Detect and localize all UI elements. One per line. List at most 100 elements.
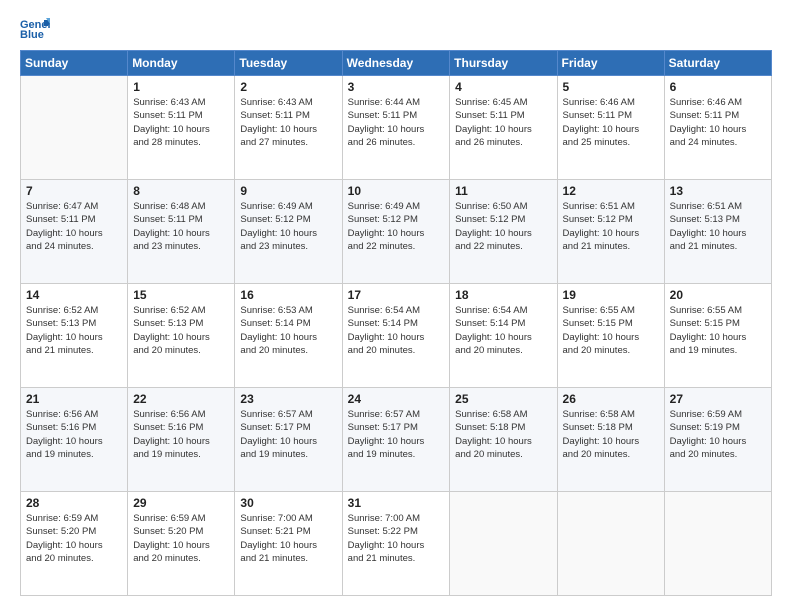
weekday-header-row: SundayMondayTuesdayWednesdayThursdayFrid… [21,51,772,76]
calendar-cell [450,492,557,596]
day-info: Sunrise: 6:45 AM Sunset: 5:11 PM Dayligh… [455,96,551,149]
day-number: 29 [133,496,229,510]
day-info: Sunrise: 7:00 AM Sunset: 5:21 PM Dayligh… [240,512,336,565]
calendar-week-row: 1 Sunrise: 6:43 AM Sunset: 5:11 PM Daylig… [21,76,772,180]
calendar-body: 1 Sunrise: 6:43 AM Sunset: 5:11 PM Daylig… [21,76,772,596]
calendar-cell: 7Sunrise: 6:47 AM Sunset: 5:11 PM Daylig… [21,180,128,284]
day-number: 24 [348,392,445,406]
day-info: Sunrise: 6:55 AM Sunset: 5:15 PM Dayligh… [670,304,766,357]
calendar-week-row: 7Sunrise: 6:47 AM Sunset: 5:11 PM Daylig… [21,180,772,284]
calendar-cell: 22 Sunrise: 6:56 AM Sunset: 5:16 PM Dayli… [128,388,235,492]
calendar-cell [664,492,771,596]
day-number: 20 [670,288,766,302]
day-info: Sunrise: 6:56 AM Sunset: 5:16 PM Dayligh… [133,408,229,461]
day-number: 18 [455,288,551,302]
calendar-cell: 10 Sunrise: 6:49 AM Sunset: 5:12 PM Dayli… [342,180,450,284]
day-number: 13 [670,184,766,198]
weekday-header: Friday [557,51,664,76]
calendar-week-row: 28 Sunrise: 6:59 AM Sunset: 5:20 PM Dayli… [21,492,772,596]
day-info: Sunrise: 6:43 AM Sunset: 5:11 PM Dayligh… [240,96,336,149]
day-info: Sunrise: 6:54 AM Sunset: 5:14 PM Dayligh… [348,304,445,357]
page: General Blue SundayMondayTuesdayWednesda… [0,0,792,612]
day-number: 28 [26,496,122,510]
weekday-header: Tuesday [235,51,342,76]
calendar-cell: 29 Sunrise: 6:59 AM Sunset: 5:20 PM Dayli… [128,492,235,596]
calendar-cell: 11 Sunrise: 6:50 AM Sunset: 5:12 PM Dayli… [450,180,557,284]
svg-text:Blue: Blue [20,29,44,40]
day-number: 26 [563,392,659,406]
day-info: Sunrise: 6:43 AM Sunset: 5:11 PM Dayligh… [133,96,229,149]
day-info: Sunrise: 6:56 AM Sunset: 5:16 PM Dayligh… [26,408,122,461]
calendar-cell: 24 Sunrise: 6:57 AM Sunset: 5:17 PM Dayli… [342,388,450,492]
calendar-cell: 23Sunrise: 6:57 AM Sunset: 5:17 PM Dayli… [235,388,342,492]
calendar-cell: 26Sunrise: 6:58 AM Sunset: 5:18 PM Dayli… [557,388,664,492]
day-number: 21 [26,392,122,406]
day-info: Sunrise: 6:51 AM Sunset: 5:13 PM Dayligh… [670,200,766,253]
logo-icon: General Blue [20,16,50,40]
day-info: Sunrise: 6:59 AM Sunset: 5:19 PM Dayligh… [670,408,766,461]
header: General Blue [20,16,772,40]
day-number: 15 [133,288,229,302]
calendar-cell: 19Sunrise: 6:55 AM Sunset: 5:15 PM Dayli… [557,284,664,388]
day-number: 22 [133,392,229,406]
day-number: 3 [348,80,445,94]
calendar-cell: 15 Sunrise: 6:52 AM Sunset: 5:13 PM Dayli… [128,284,235,388]
day-number: 11 [455,184,551,198]
day-number: 23 [240,392,336,406]
day-info: Sunrise: 6:52 AM Sunset: 5:13 PM Dayligh… [133,304,229,357]
day-number: 17 [348,288,445,302]
calendar-cell: 1 Sunrise: 6:43 AM Sunset: 5:11 PM Daylig… [128,76,235,180]
calendar-cell: 20 Sunrise: 6:55 AM Sunset: 5:15 PM Dayli… [664,284,771,388]
calendar-cell: 14Sunrise: 6:52 AM Sunset: 5:13 PM Dayli… [21,284,128,388]
calendar-cell: 28 Sunrise: 6:59 AM Sunset: 5:20 PM Dayli… [21,492,128,596]
day-info: Sunrise: 6:59 AM Sunset: 5:20 PM Dayligh… [26,512,122,565]
day-info: Sunrise: 7:00 AM Sunset: 5:22 PM Dayligh… [348,512,445,565]
day-number: 19 [563,288,659,302]
calendar-week-row: 14Sunrise: 6:52 AM Sunset: 5:13 PM Dayli… [21,284,772,388]
calendar-cell: 13 Sunrise: 6:51 AM Sunset: 5:13 PM Dayli… [664,180,771,284]
logo: General Blue [20,16,54,40]
calendar-cell: 12 Sunrise: 6:51 AM Sunset: 5:12 PM Dayli… [557,180,664,284]
day-info: Sunrise: 6:48 AM Sunset: 5:11 PM Dayligh… [133,200,229,253]
day-number: 27 [670,392,766,406]
calendar-week-row: 21 Sunrise: 6:56 AM Sunset: 5:16 PM Dayli… [21,388,772,492]
calendar-cell: 31 Sunrise: 7:00 AM Sunset: 5:22 PM Dayli… [342,492,450,596]
calendar-cell: 25 Sunrise: 6:58 AM Sunset: 5:18 PM Dayli… [450,388,557,492]
day-info: Sunrise: 6:57 AM Sunset: 5:17 PM Dayligh… [348,408,445,461]
day-number: 6 [670,80,766,94]
calendar-cell: 2 Sunrise: 6:43 AM Sunset: 5:11 PM Daylig… [235,76,342,180]
calendar-cell: 6 Sunrise: 6:46 AM Sunset: 5:11 PM Daylig… [664,76,771,180]
day-info: Sunrise: 6:50 AM Sunset: 5:12 PM Dayligh… [455,200,551,253]
calendar-table: SundayMondayTuesdayWednesdayThursdayFrid… [20,50,772,596]
calendar-cell [21,76,128,180]
weekday-header: Thursday [450,51,557,76]
day-number: 2 [240,80,336,94]
day-number: 30 [240,496,336,510]
calendar-cell: 27 Sunrise: 6:59 AM Sunset: 5:19 PM Dayli… [664,388,771,492]
day-info: Sunrise: 6:51 AM Sunset: 5:12 PM Dayligh… [563,200,659,253]
day-info: Sunrise: 6:59 AM Sunset: 5:20 PM Dayligh… [133,512,229,565]
calendar-cell: 21 Sunrise: 6:56 AM Sunset: 5:16 PM Dayli… [21,388,128,492]
weekday-header: Saturday [664,51,771,76]
weekday-header: Monday [128,51,235,76]
day-info: Sunrise: 6:47 AM Sunset: 5:11 PM Dayligh… [26,200,122,253]
day-info: Sunrise: 6:49 AM Sunset: 5:12 PM Dayligh… [348,200,445,253]
day-info: Sunrise: 6:52 AM Sunset: 5:13 PM Dayligh… [26,304,122,357]
calendar-cell: 8Sunrise: 6:48 AM Sunset: 5:11 PM Daylig… [128,180,235,284]
day-number: 1 [133,80,229,94]
day-number: 25 [455,392,551,406]
calendar-cell: 5 Sunrise: 6:46 AM Sunset: 5:11 PM Daylig… [557,76,664,180]
day-number: 10 [348,184,445,198]
calendar-cell: 9 Sunrise: 6:49 AM Sunset: 5:12 PM Daylig… [235,180,342,284]
day-info: Sunrise: 6:49 AM Sunset: 5:12 PM Dayligh… [240,200,336,253]
day-number: 31 [348,496,445,510]
day-info: Sunrise: 6:54 AM Sunset: 5:14 PM Dayligh… [455,304,551,357]
day-number: 9 [240,184,336,198]
day-number: 5 [563,80,659,94]
day-info: Sunrise: 6:46 AM Sunset: 5:11 PM Dayligh… [670,96,766,149]
day-info: Sunrise: 6:46 AM Sunset: 5:11 PM Dayligh… [563,96,659,149]
day-info: Sunrise: 6:53 AM Sunset: 5:14 PM Dayligh… [240,304,336,357]
day-info: Sunrise: 6:58 AM Sunset: 5:18 PM Dayligh… [455,408,551,461]
calendar-cell: 30 Sunrise: 7:00 AM Sunset: 5:21 PM Dayli… [235,492,342,596]
day-number: 12 [563,184,659,198]
